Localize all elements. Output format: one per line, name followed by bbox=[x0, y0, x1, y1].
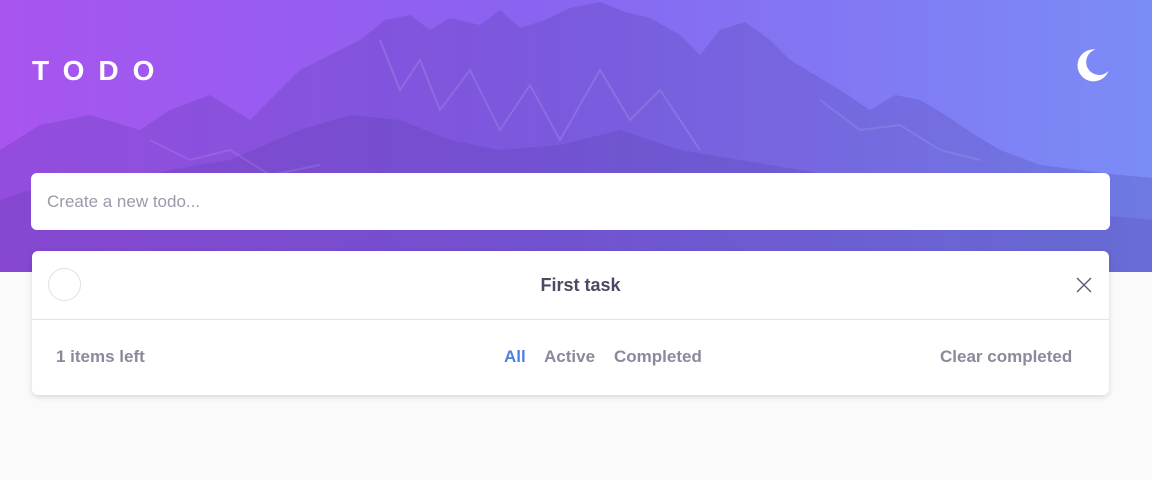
clear-completed-button[interactable]: Clear completed bbox=[940, 346, 1072, 368]
mountain-background-image bbox=[0, 2, 1152, 272]
new-todo-input[interactable] bbox=[47, 173, 1094, 230]
theme-toggle-button[interactable] bbox=[1072, 46, 1112, 86]
filter-completed[interactable]: Completed bbox=[614, 346, 702, 368]
moon-icon bbox=[1077, 49, 1109, 82]
filter-all[interactable]: All bbox=[504, 346, 526, 368]
header-banner: TODO bbox=[0, 0, 1152, 272]
close-icon bbox=[1076, 277, 1092, 293]
items-left-count: 1 items left bbox=[56, 347, 145, 366]
todo-footer: 1 items left All Active Completed Clear … bbox=[32, 320, 1109, 395]
app-title: TODO bbox=[32, 55, 169, 86]
new-todo-container bbox=[31, 173, 1110, 230]
todo-item-text: First task bbox=[540, 275, 621, 295]
todo-item: First task bbox=[32, 251, 1109, 320]
filter-active[interactable]: Active bbox=[544, 346, 595, 368]
delete-todo-button[interactable] bbox=[1076, 277, 1092, 293]
todo-list-card: First task 1 items left All Active Compl… bbox=[32, 251, 1109, 395]
